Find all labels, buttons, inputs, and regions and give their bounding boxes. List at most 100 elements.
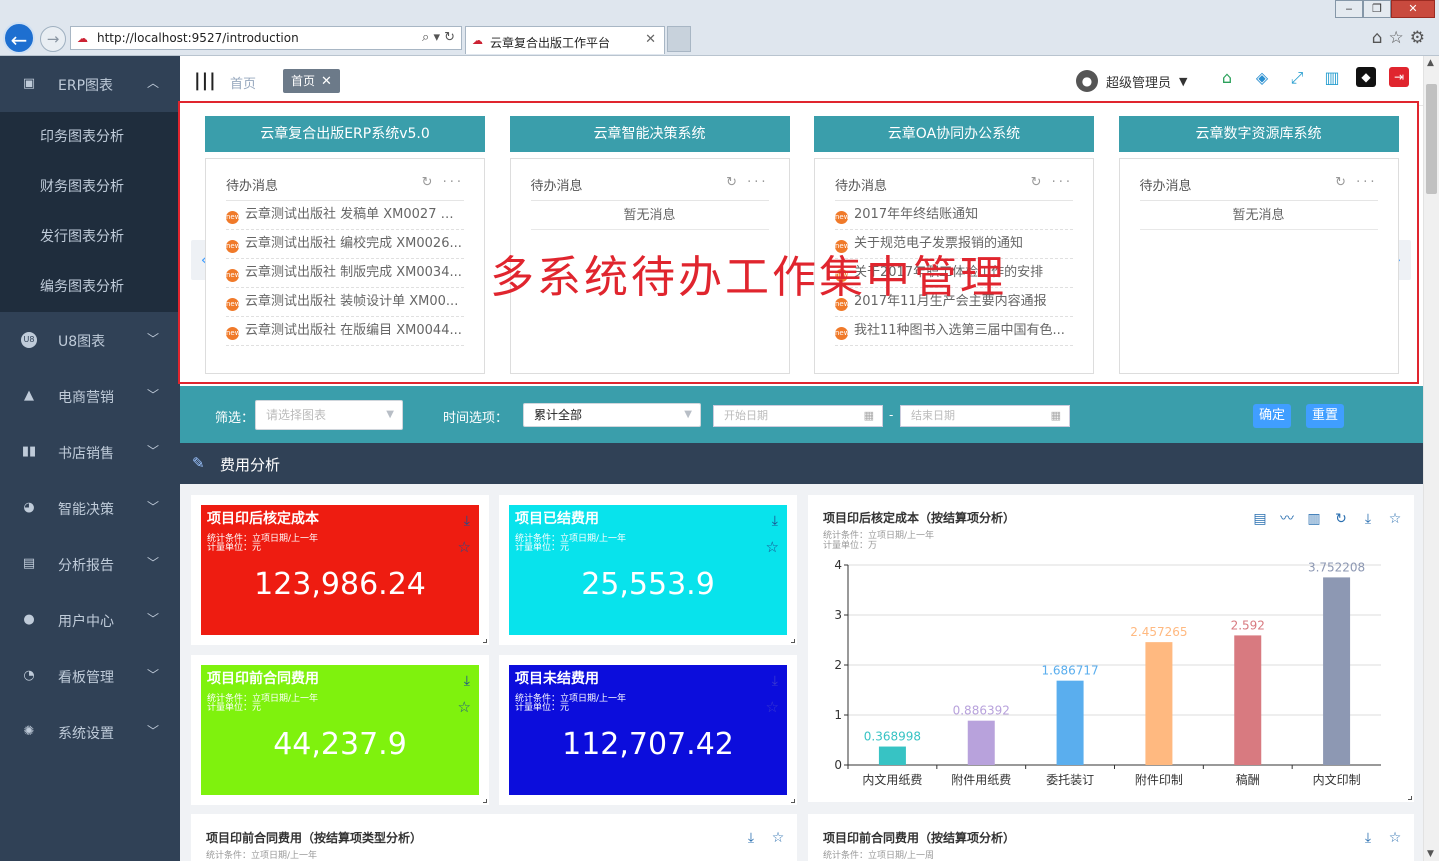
download-icon[interactable]: ⤓ (772, 673, 778, 689)
address-url[interactable]: http://localhost:9527/introduction (97, 31, 299, 45)
download-icon[interactable]: ⤓ (1359, 829, 1377, 847)
more-icon[interactable]: ··· (747, 175, 768, 190)
star-icon[interactable]: ☆ (769, 829, 787, 847)
new-badge-icon: new (835, 269, 849, 282)
scroll-down-icon[interactable]: ▼ (1427, 849, 1434, 859)
x-tick-label: 附件印制 (1135, 773, 1183, 787)
user-icon: ● (23, 612, 35, 627)
fullscreen-icon[interactable]: ⤢ (1286, 67, 1308, 89)
todo-item[interactable]: new 云章测试出版社 在版编目 XM0044... (226, 317, 464, 346)
system-card-title[interactable]: 云章OA协同办公系统 (814, 116, 1094, 152)
sidebar-item-label: ERP图表 (58, 78, 114, 94)
sidebar-item-7[interactable]: ◔ 看板管理 ﹀ (0, 648, 180, 704)
line-chart-icon[interactable]: 〰 (1278, 510, 1296, 528)
browser-tab[interactable]: ☁ 云章复合出版工作平台 ✕ (465, 26, 665, 54)
logout-icon[interactable]: ⇥ (1389, 67, 1409, 87)
breadcrumb-home[interactable]: 首页 (230, 73, 256, 92)
tag-view-home[interactable]: 首页 ✕ (283, 69, 340, 93)
sidebar-item-0[interactable]: ▣ ERP图表 ︿ (0, 56, 180, 112)
layers-icon[interactable]: ◈ (1251, 67, 1273, 89)
end-date-input[interactable]: 结束日期 ▦ (900, 405, 1070, 427)
download-icon[interactable]: ⤓ (464, 513, 470, 529)
refresh-icon[interactable]: ↻ (1031, 175, 1052, 190)
star-icon[interactable]: ☆ (1386, 510, 1404, 528)
browser-tools[interactable]: ⌂☆⚙ (1372, 28, 1431, 48)
time-select[interactable]: 累计全部 ▼ (523, 403, 701, 427)
resize-handle[interactable] (791, 799, 795, 803)
data-view-icon[interactable]: ▤ (1251, 510, 1269, 528)
user-menu[interactable]: ● 超级管理员 ▼ (1076, 69, 1187, 93)
sidebar-subitem[interactable]: 印务图表分析 (0, 112, 180, 162)
star-icon[interactable]: ☆ (766, 538, 779, 556)
system-card-title[interactable]: 云章数字资源库系统 (1118, 116, 1399, 152)
calendar-icon: ▦ (863, 409, 874, 422)
bar-chart-icon[interactable]: ▥ (1321, 67, 1343, 89)
todo-item[interactable]: new 云章测试出版社 编校完成 XM0026... (226, 230, 464, 259)
todo-item[interactable]: new 关于规范电子发票报销的通知 (835, 230, 1073, 259)
tab-close-icon[interactable]: ✕ (645, 32, 656, 47)
home-icon[interactable]: ⌂ (1216, 67, 1238, 89)
more-icon[interactable]: ··· (1356, 175, 1377, 190)
refresh-icon[interactable]: ↻ (726, 175, 747, 190)
refresh-icon[interactable]: ↻ (422, 175, 443, 190)
resize-handle[interactable] (483, 639, 487, 643)
todo-item[interactable]: new 云章测试出版社 制版完成 XM0034... (226, 259, 464, 288)
forward-button[interactable]: → (40, 26, 66, 52)
back-button[interactable]: ← (3, 22, 35, 54)
refresh-icon[interactable]: ↻ (1332, 510, 1350, 528)
close-icon[interactable]: ✕ (321, 74, 332, 89)
download-icon[interactable]: ⤓ (464, 673, 470, 689)
download-icon[interactable]: ⤓ (1359, 510, 1377, 528)
bar-chart: 0 1 2 3 4 0.368998 内文用纸费 0.886392 附件用纸费 1.686717 委… (834, 558, 1381, 787)
sidebar-item-4[interactable]: ◕ 智能决策 ﹀ (0, 480, 180, 536)
star-icon[interactable]: ☆ (1386, 829, 1404, 847)
search-refresh-icons[interactable]: ⌕ ▾ ↻ (422, 30, 455, 45)
close-window-icon[interactable]: ✕ (1391, 0, 1435, 18)
confirm-button[interactable]: 确定 (1253, 404, 1292, 428)
more-icon[interactable]: ··· (1052, 175, 1073, 190)
start-date-input[interactable]: 开始日期 ▦ (713, 405, 883, 427)
reset-button[interactable]: 重置 (1306, 404, 1345, 428)
sidebar-subitem[interactable]: 编务图表分析 (0, 262, 180, 312)
sidebar-item-3[interactable]: ▮▮ 书店销售 ﹀ (0, 424, 180, 480)
system-card-title[interactable]: 云章智能决策系统 (509, 116, 790, 152)
sidebar-submenu: 印务图表分析 财务图表分析 发行图表分析 编务图表分析 (0, 112, 180, 312)
sidebar-item-6[interactable]: ● 用户中心 ﹀ (0, 592, 180, 648)
scroll-thumb[interactable] (1426, 84, 1437, 194)
x-tick-label: 内文用纸费 (862, 772, 922, 787)
resize-handle[interactable] (791, 639, 795, 643)
hamburger-icon[interactable]: ||| (194, 70, 217, 91)
todo-item[interactable]: new 我社11种图书入选第三届中国有色... (835, 317, 1073, 346)
scroll-up-icon[interactable]: ▲ (1427, 58, 1434, 68)
restore-icon[interactable]: ❐ (1363, 0, 1391, 18)
sidebar-item-1[interactable]: U8 U8图表 ﹀ (0, 312, 180, 368)
sidebar-subitem[interactable]: 财务图表分析 (0, 162, 180, 212)
bar-chart-icon[interactable]: ▥ (1305, 510, 1323, 528)
todo-item[interactable]: new 云章测试出版社 发稿单 XM0027 待... (226, 201, 464, 230)
system-card-title[interactable]: 云章复合出版ERP系统v5.0 (205, 116, 485, 152)
todo-item[interactable]: new 关于2017年职工体检工作的安排 (835, 259, 1073, 288)
todo-item[interactable]: new 2017年11月生产会主要内容通报 (835, 288, 1073, 317)
address-bar[interactable]: ☁ http://localhost:9527/introduction ⌕ ▾… (70, 26, 462, 50)
resize-handle[interactable] (483, 799, 487, 803)
more-icon[interactable]: ··· (443, 175, 464, 190)
star-icon[interactable]: ☆ (458, 538, 471, 556)
new-tab-button[interactable] (667, 26, 691, 52)
sidebar-subitem[interactable]: 发行图表分析 (0, 212, 180, 262)
sidebar-item-8[interactable]: ✺ 系统设置 ﹀ (0, 704, 180, 760)
todo-item[interactable]: new 云章测试出版社 装帧设计单 XM00... (226, 288, 464, 317)
star-icon[interactable]: ☆ (458, 698, 471, 716)
resize-handle[interactable] (1408, 796, 1412, 800)
chart-select[interactable]: 请选择图表 ▼ (255, 400, 403, 430)
refresh-icon[interactable]: ↻ (1335, 175, 1356, 190)
sidebar-item-5[interactable]: ▤ 分析报告 ﹀ (0, 536, 180, 592)
todo-item[interactable]: new 2017年年终结账通知 (835, 201, 1073, 230)
calendar-icon: ▦ (1050, 409, 1061, 422)
star-icon[interactable]: ☆ (766, 698, 779, 716)
page-scrollbar[interactable]: ▲ ▼ (1423, 56, 1439, 861)
download-icon[interactable]: ⤓ (772, 513, 778, 529)
sidebar-item-2[interactable]: ▲ 电商营销 ﹀ (0, 368, 180, 424)
minimize-icon[interactable]: ‒ (1335, 0, 1363, 18)
download-icon[interactable]: ⤓ (742, 829, 760, 847)
shirt-icon[interactable]: ◆ (1356, 67, 1376, 87)
